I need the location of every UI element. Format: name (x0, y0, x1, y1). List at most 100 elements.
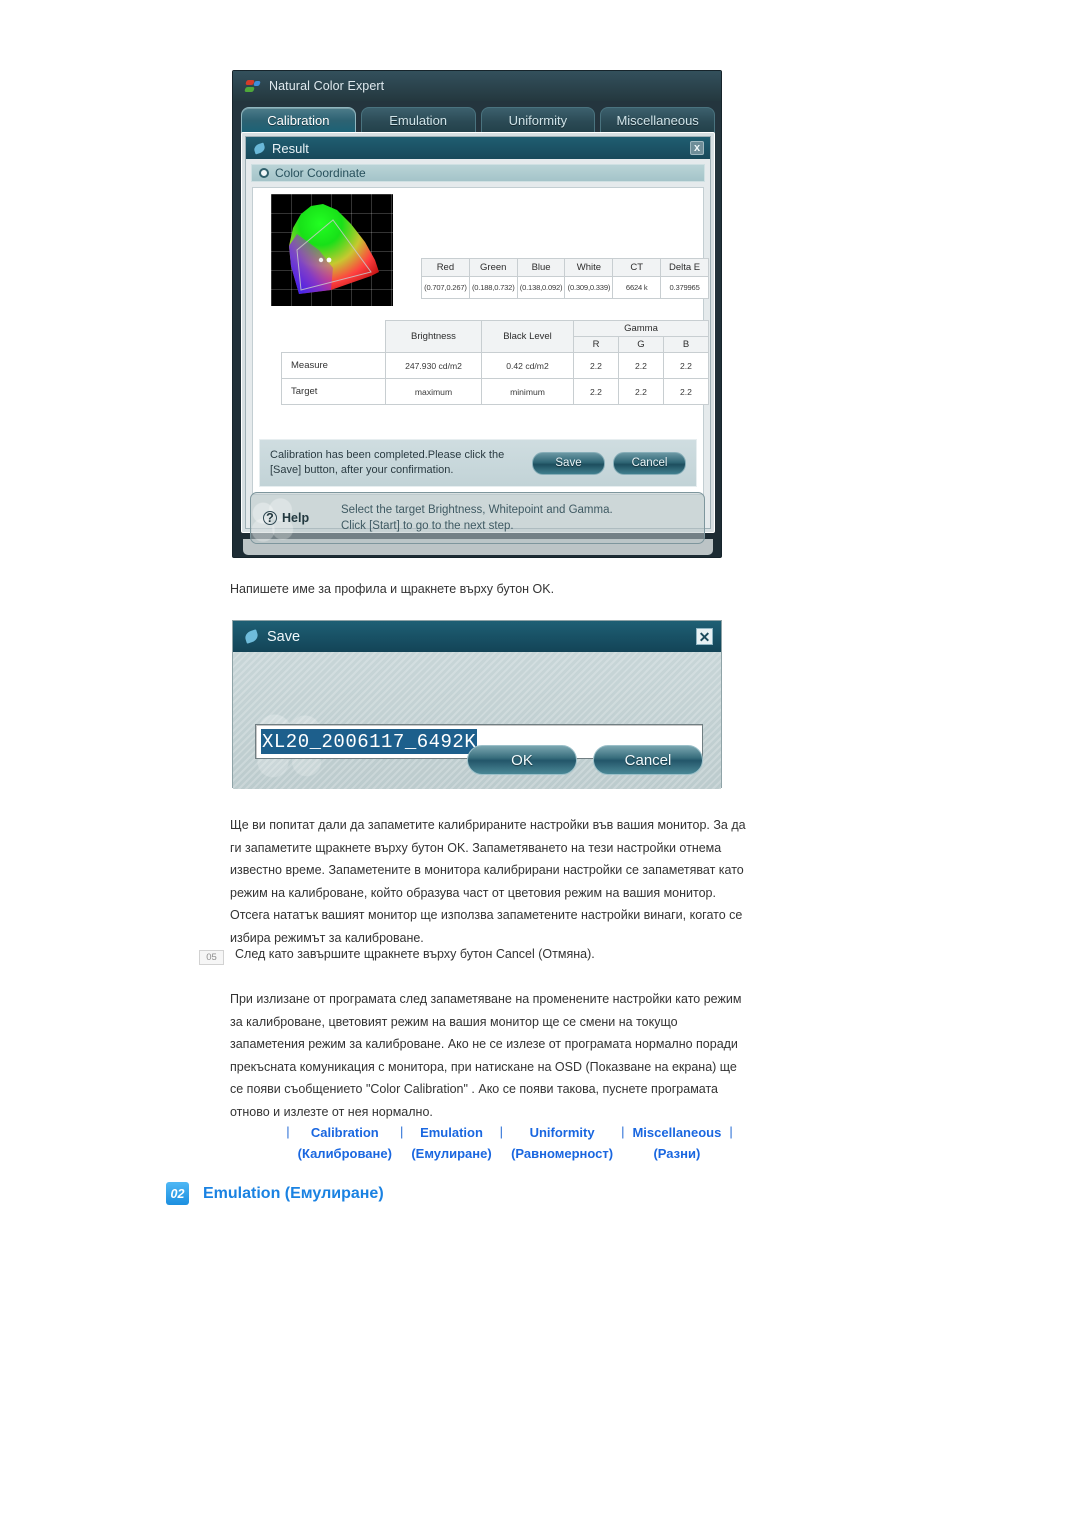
cie-gamut-svg (289, 204, 379, 294)
tab-emulation[interactable]: Emulation (360, 107, 476, 133)
result-titlebar: Result x (246, 137, 710, 159)
save-dialog: Save ✕ XL20_2006117_6492K OK Cancel (232, 620, 722, 789)
close-icon[interactable]: x (690, 141, 704, 155)
measure-gamma-g: 2.2 (618, 352, 664, 379)
profile-name-value: XL20_2006117_6492K (261, 729, 478, 754)
nav-link-calibration-en: Calibration (310, 1125, 379, 1140)
corner-cell (281, 320, 386, 353)
col-blue: Blue (516, 258, 566, 277)
table-header-row: Red Green Blue White CT Delta E (421, 258, 709, 277)
nav-link-calibration-bg: (Калиброване) (297, 1146, 392, 1161)
question-mark-icon: ? (263, 511, 277, 525)
step-number-badge: 05 (199, 950, 224, 965)
leaf-icon (243, 629, 260, 644)
target-gamma-r: 2.2 (573, 378, 619, 405)
col-gamma-g: G (618, 336, 664, 353)
result-panel-inner: Result x Color Coordinate Red Green Blue… (245, 136, 711, 529)
table-row: (0.707,0.267) (0.188,0.732) (0.138,0.092… (421, 276, 709, 299)
leaf-icon (252, 142, 267, 154)
nav-link-calibration[interactable]: Calibration (Калиброване) (291, 1122, 399, 1164)
tab-miscellaneous[interactable]: Miscellaneous (600, 107, 715, 133)
section-heading: 02 Emulation (Емулиране) (166, 1182, 384, 1205)
completion-message-row: Calibration has been completed.Please cl… (259, 439, 697, 487)
cancel-button[interactable]: Cancel (593, 745, 703, 775)
tab-uniformity[interactable]: Uniformity (480, 107, 596, 133)
nav-link-miscellaneous[interactable]: Miscellaneous (Разни) (625, 1122, 728, 1164)
paragraph-exit-program: При излизане от програмата след запаметя… (230, 992, 742, 1119)
table-row: Measure 247.930 cd/m2 0.42 cd/m2 2.2 2.2… (281, 352, 709, 379)
save-dialog-body: XL20_2006117_6492K OK Cancel (233, 652, 721, 789)
step-text: След като завършите щракнете върху бутон… (235, 947, 595, 961)
tab-calibration[interactable]: Calibration (241, 107, 356, 133)
cie-chromaticity-diagram (271, 194, 393, 306)
target-gamma-g: 2.2 (618, 378, 664, 405)
col-gamma: Gamma (573, 320, 709, 337)
document-page: Natural Color Expert Calibration Emulati… (0, 0, 1080, 1528)
result-content-area: Red Green Blue White CT Delta E (0.707,0… (252, 187, 709, 495)
nav-link-uniformity[interactable]: Uniformity (Равномерност) (504, 1122, 620, 1164)
col-white: White (564, 258, 614, 277)
save-dialog-titlebar: Save ✕ (233, 621, 721, 652)
measure-table: Brightness Black Level Gamma R G B Measu… (281, 320, 709, 405)
save-dialog-buttons: OK Cancel (467, 745, 703, 775)
target-brightness: maximum (385, 378, 482, 405)
tab-bar: Calibration Emulation Uniformity Miscell… (241, 107, 715, 133)
nav-link-miscellaneous-bg: (Разни) (653, 1146, 701, 1161)
app-titlebar: Natural Color Expert (233, 71, 721, 101)
ok-button[interactable]: OK (467, 745, 577, 775)
nav-link-emulation-en: Emulation (420, 1125, 483, 1140)
result-panel: Result x Color Coordinate Red Green Blue… (241, 132, 715, 533)
paragraph-save-settings: Ще ви попитат дали да запаметите калибри… (230, 818, 746, 945)
measure-brightness: 247.930 cd/m2 (385, 352, 482, 379)
nav-link-uniformity-en: Uniformity (529, 1125, 595, 1140)
row-label-target: Target (281, 378, 386, 405)
value-blue: (0.138,0.092) (516, 276, 566, 299)
bullet-icon (259, 168, 269, 178)
section-title: Emulation (Емулиране) (203, 1184, 384, 1202)
save-dialog-title: Save (267, 628, 301, 645)
color-coordinate-table: Red Green Blue White CT Delta E (0.707,0… (421, 258, 709, 299)
col-gamma-r: R (573, 336, 619, 353)
help-text: Select the target Brightness, Whitepoint… (341, 502, 613, 534)
value-ct: 6624 k (612, 276, 662, 299)
help-line-2: Click [Start] to go to the next step. (341, 520, 514, 532)
target-gamma-b: 2.2 (663, 378, 709, 405)
cancel-button[interactable]: Cancel (613, 451, 686, 475)
help-label: Help (282, 511, 310, 525)
nav-link-uniformity-bg: (Равномерност) (511, 1146, 614, 1161)
col-gamma-b: B (663, 336, 709, 353)
col-black-level: Black Level (481, 320, 574, 353)
color-coordinate-header: Color Coordinate (251, 164, 705, 182)
nav-separator: | (729, 1124, 733, 1139)
help-box: ? Help Select the target Brightness, Whi… (250, 492, 705, 544)
col-delta-e: Delta E (660, 258, 709, 277)
step-row-05: 05 След като завършите щракнете върху бу… (199, 947, 595, 965)
close-icon[interactable]: ✕ (696, 628, 713, 645)
help-line-1: Select the target Brightness, Whitepoint… (341, 504, 613, 516)
value-white: (0.309,0.339) (564, 276, 614, 299)
col-brightness: Brightness (385, 320, 482, 353)
section-number-badge: 02 (166, 1182, 189, 1205)
table-header-row-1: Brightness Black Level Gamma (281, 320, 709, 353)
nav-link-emulation[interactable]: Emulation (Емулиране) (404, 1122, 498, 1164)
nav-links: | Calibration (Калиброване) | Emulation … (282, 1122, 737, 1164)
intro-line: Напишете име за профила и щракнете върху… (230, 582, 555, 596)
nav-link-emulation-bg: (Емулиране) (411, 1146, 492, 1161)
measure-gamma-r: 2.2 (573, 352, 619, 379)
value-red: (0.707,0.267) (421, 276, 470, 299)
measure-gamma-b: 2.2 (663, 352, 709, 379)
natural-color-expert-window: Natural Color Expert Calibration Emulati… (232, 70, 722, 558)
app-logo-icon (244, 79, 262, 93)
result-title: Result (272, 140, 309, 156)
target-black-level: minimum (481, 378, 574, 405)
help-label-group: ? Help (263, 511, 341, 525)
color-coordinate-label: Color Coordinate (275, 166, 366, 180)
col-red: Red (421, 258, 470, 277)
completion-message: Calibration has been completed.Please cl… (270, 449, 505, 476)
save-button[interactable]: Save (532, 451, 605, 475)
col-green: Green (468, 258, 518, 277)
app-title: Natural Color Expert (269, 79, 385, 93)
value-green: (0.188,0.732) (468, 276, 518, 299)
table-row: Target maximum minimum 2.2 2.2 2.2 (281, 378, 709, 405)
col-ct: CT (612, 258, 662, 277)
